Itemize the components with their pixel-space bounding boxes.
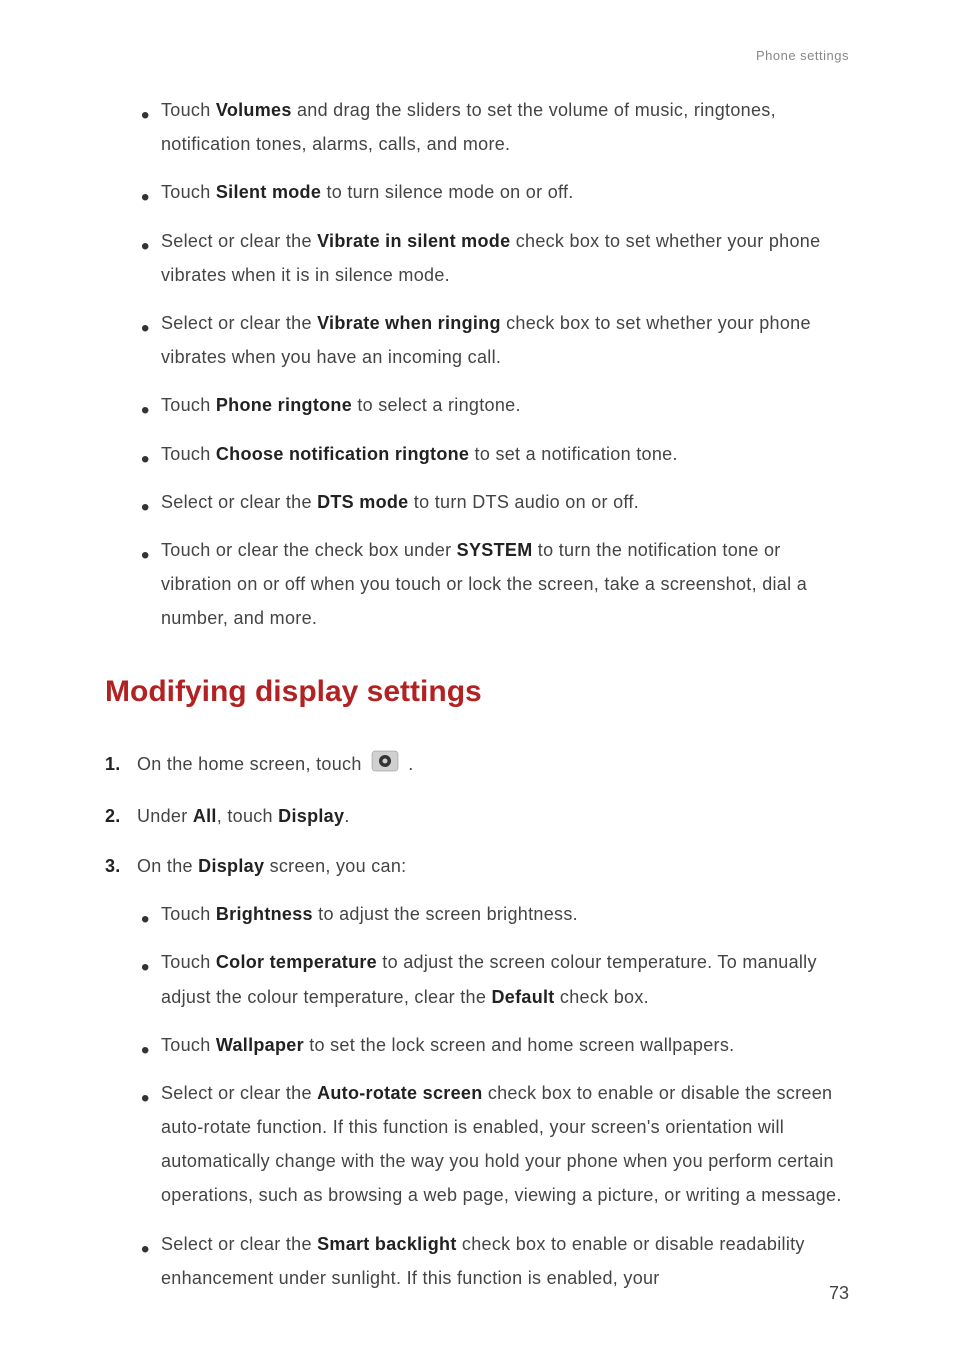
bold-text: Display xyxy=(198,856,264,876)
text: . xyxy=(408,754,413,774)
text: to turn DTS audio on or off. xyxy=(409,492,640,512)
page-number: 73 xyxy=(829,1283,849,1304)
text: Select or clear the xyxy=(161,492,317,512)
text: Touch xyxy=(161,100,216,120)
text: Touch xyxy=(161,952,216,972)
step-item: 1. On the home screen, touch . xyxy=(105,747,849,782)
page-header: Phone settings xyxy=(105,48,849,63)
step-number: 1. xyxy=(105,747,121,781)
bold-text: Silent mode xyxy=(216,182,321,202)
list-item: Select or clear the DTS mode to turn DTS… xyxy=(161,485,849,519)
text: Touch xyxy=(161,904,216,924)
page-container: Phone settings Touch Volumes and drag th… xyxy=(0,0,954,1352)
step-item: 3. On the Display screen, you can: Touch… xyxy=(105,849,849,1295)
text: to adjust the screen brightness. xyxy=(313,904,578,924)
text: Touch xyxy=(161,182,216,202)
text: Touch or clear the check box under xyxy=(161,540,457,560)
text: Touch xyxy=(161,395,216,415)
list-item: Select or clear the Vibrate when ringing… xyxy=(161,306,849,374)
text: Touch xyxy=(161,444,216,464)
section-title: Modifying display settings xyxy=(105,675,849,709)
bold-text: Default xyxy=(491,987,554,1007)
list-item: Select or clear the Vibrate in silent mo… xyxy=(161,224,849,292)
list-item: Touch Silent mode to turn silence mode o… xyxy=(161,175,849,209)
text: check box. xyxy=(555,987,649,1007)
bold-text: Vibrate when ringing xyxy=(317,313,501,333)
bold-text: Color temperature xyxy=(216,952,377,972)
step-number: 3. xyxy=(105,849,121,883)
text: to set a notification tone. xyxy=(469,444,678,464)
bold-text: Brightness xyxy=(216,904,313,924)
bold-text: Auto-rotate screen xyxy=(317,1083,482,1103)
text: Select or clear the xyxy=(161,313,317,333)
text: On the home screen, touch xyxy=(137,754,367,774)
text: . xyxy=(344,806,349,826)
list-item: Touch or clear the check box under SYSTE… xyxy=(161,533,849,636)
list-item: Touch Wallpaper to set the lock screen a… xyxy=(161,1028,849,1062)
list-item: Touch Choose notification ringtone to se… xyxy=(161,437,849,471)
bold-text: Display xyxy=(278,806,344,826)
bold-text: Vibrate in silent mode xyxy=(317,231,510,251)
list-item: Touch Phone ringtone to select a rington… xyxy=(161,388,849,422)
list-item: Touch Brightness to adjust the screen br… xyxy=(161,897,849,931)
bold-text: All xyxy=(193,806,217,826)
text: Select or clear the xyxy=(161,1083,317,1103)
numbered-list: 1. On the home screen, touch . 2. Under … xyxy=(105,747,849,1295)
step-item: 2. Under All, touch Display. xyxy=(105,799,849,833)
text: Under xyxy=(137,806,193,826)
text: Select or clear the xyxy=(161,231,317,251)
bold-text: Smart backlight xyxy=(317,1234,457,1254)
step-number: 2. xyxy=(105,799,121,833)
bold-text: SYSTEM xyxy=(457,540,533,560)
bold-text: Phone ringtone xyxy=(216,395,352,415)
list-item: Select or clear the Auto-rotate screen c… xyxy=(161,1076,849,1213)
settings-icon xyxy=(371,749,399,783)
text: to select a ringtone. xyxy=(352,395,521,415)
top-bullet-list: Touch Volumes and drag the sliders to se… xyxy=(105,93,849,635)
text: to turn silence mode on or off. xyxy=(321,182,573,202)
text: to set the lock screen and home screen w… xyxy=(304,1035,735,1055)
text: , touch xyxy=(217,806,278,826)
text: On the xyxy=(137,856,198,876)
list-item: Select or clear the Smart backlight chec… xyxy=(161,1227,849,1295)
bold-text: Wallpaper xyxy=(216,1035,304,1055)
bold-text: Choose notification ringtone xyxy=(216,444,469,464)
list-item: Touch Color temperature to adjust the sc… xyxy=(161,945,849,1013)
text: screen, you can: xyxy=(264,856,406,876)
bold-text: Volumes xyxy=(216,100,292,120)
bold-text: DTS mode xyxy=(317,492,408,512)
list-item: Touch Volumes and drag the sliders to se… xyxy=(161,93,849,161)
nested-bullet-list: Touch Brightness to adjust the screen br… xyxy=(137,897,849,1295)
text: Select or clear the xyxy=(161,1234,317,1254)
text: Touch xyxy=(161,1035,216,1055)
